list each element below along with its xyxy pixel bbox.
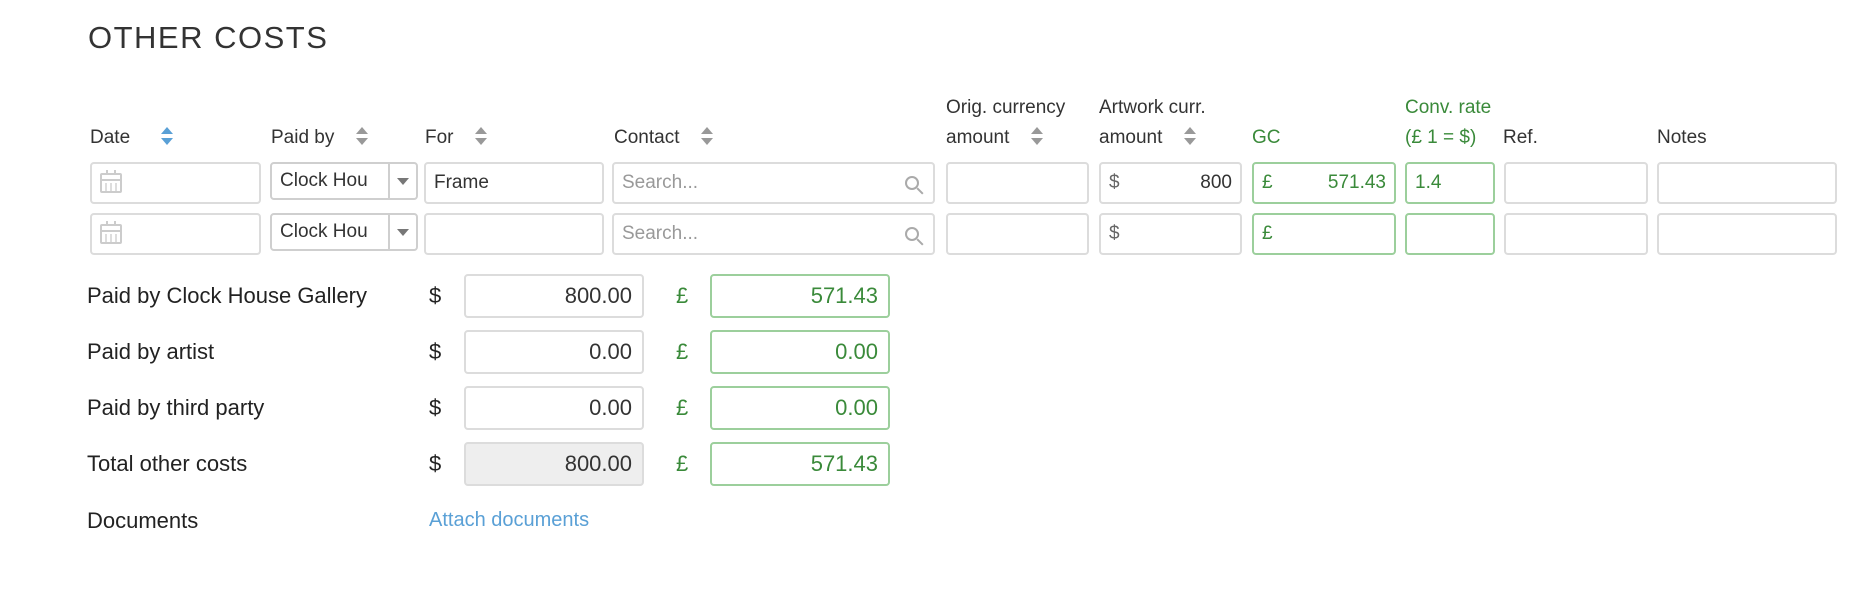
- usd-symbol: $: [429, 339, 442, 364]
- calendar-icon[interactable]: [100, 221, 122, 244]
- header-notes: Notes: [1657, 127, 1707, 148]
- currency-symbol: $: [1109, 223, 1120, 244]
- conv-rate-input[interactable]: [1405, 213, 1495, 255]
- header-orig-currency[interactable]: amount: [946, 127, 1043, 149]
- sort-icon[interactable]: [474, 127, 487, 145]
- gbp-symbol: £: [676, 395, 689, 420]
- notes-input[interactable]: [1657, 162, 1837, 204]
- paid-by-gallery-gbp-field[interactable]: 571.43: [710, 274, 890, 318]
- gc-amount-input[interactable]: £ 571.43: [1252, 162, 1396, 204]
- for-input[interactable]: Frame: [424, 162, 604, 204]
- paid-by-gallery-gbp-value: 571.43: [810, 283, 878, 308]
- orig-amount-input[interactable]: [946, 213, 1089, 255]
- header-for[interactable]: For: [425, 127, 487, 149]
- header-paid-by[interactable]: Paid by: [271, 127, 368, 149]
- summary-label-total-other-costs: Total other costs: [87, 451, 248, 476]
- currency-symbol: £: [1262, 172, 1273, 193]
- header-paid-by-label: Paid by: [271, 127, 335, 148]
- summary-label-paid-by-gallery: Paid by Clock House Gallery: [87, 283, 368, 308]
- sort-icon[interactable]: [1183, 127, 1196, 145]
- total-other-costs-gbp-field[interactable]: 571.43: [710, 442, 890, 486]
- search-icon[interactable]: [905, 176, 919, 190]
- calendar-icon[interactable]: [100, 170, 122, 193]
- paid-by-third-party-usd-field[interactable]: 0.00: [464, 386, 644, 430]
- currency-symbol: $: [1109, 172, 1120, 193]
- header-contact[interactable]: Contact: [614, 127, 713, 149]
- chevron-down-icon: [397, 228, 409, 236]
- attach-documents-link[interactable]: Attach documents: [429, 509, 589, 532]
- sort-icon[interactable]: [700, 127, 713, 145]
- ref-input[interactable]: [1504, 213, 1648, 255]
- conv-rate-value: 1.4: [1415, 172, 1442, 193]
- header-artwork-curr-line2: amount: [1099, 127, 1163, 148]
- section-title: OTHER COSTS: [88, 20, 329, 55]
- usd-symbol: $: [429, 451, 442, 476]
- paid-by-gallery-usd-field[interactable]: 800.00: [464, 274, 644, 318]
- header-gc: GC: [1252, 127, 1281, 148]
- conv-rate-input[interactable]: 1.4: [1405, 162, 1495, 204]
- contact-search-input[interactable]: Search...: [612, 213, 935, 255]
- gbp-symbol: £: [676, 339, 689, 364]
- header-orig-currency-line2: amount: [946, 127, 1010, 148]
- date-input[interactable]: [90, 213, 261, 255]
- gbp-symbol: £: [676, 451, 689, 476]
- search-icon[interactable]: [905, 227, 919, 241]
- gc-amount-input[interactable]: £: [1252, 213, 1396, 255]
- gbp-symbol: £: [676, 283, 689, 308]
- currency-symbol: £: [1262, 223, 1273, 244]
- orig-amount-input[interactable]: [946, 162, 1089, 204]
- paid-by-artist-usd-field[interactable]: 0.00: [464, 330, 644, 374]
- paid-by-third-party-gbp-field[interactable]: 0.00: [710, 386, 890, 430]
- date-input[interactable]: [90, 162, 261, 204]
- paid-by-third-party-gbp-value: 0.00: [835, 395, 878, 420]
- header-ref: Ref.: [1503, 127, 1538, 148]
- sort-icon[interactable]: [355, 127, 368, 145]
- header-orig-currency-line1: Orig. currency: [946, 97, 1066, 118]
- header-artwork-curr-line1: Artwork curr.: [1099, 97, 1206, 118]
- total-other-costs-gbp-value: 571.43: [810, 451, 878, 476]
- paid-by-artist-gbp-value: 0.00: [835, 339, 878, 364]
- paid-by-artist-gbp-field[interactable]: 0.00: [710, 330, 890, 374]
- paid-by-gallery-usd-value: 800.00: [564, 283, 632, 308]
- summary-label-paid-by-artist: Paid by artist: [87, 339, 215, 364]
- dropdown-toggle[interactable]: [388, 164, 416, 198]
- header-conv-rate-line1: Conv. rate: [1405, 97, 1492, 118]
- contact-search-input[interactable]: Search...: [612, 162, 935, 204]
- sort-icon[interactable]: [1030, 127, 1043, 145]
- notes-input[interactable]: [1657, 213, 1837, 255]
- artwork-amount-value: 800: [1200, 172, 1232, 193]
- gc-amount-value: 571.43: [1327, 172, 1386, 193]
- header-contact-label: Contact: [614, 127, 680, 148]
- dropdown-toggle[interactable]: [388, 215, 416, 249]
- paid-by-value: Clock Hou: [280, 221, 368, 242]
- for-input[interactable]: [424, 213, 604, 255]
- paid-by-select[interactable]: Clock Hou: [270, 162, 418, 200]
- contact-placeholder: Search...: [622, 172, 699, 193]
- contact-placeholder: Search...: [622, 223, 699, 244]
- header-date[interactable]: Date: [90, 127, 174, 149]
- header-artwork-curr[interactable]: amount: [1099, 127, 1196, 149]
- paid-by-value: Clock Hou: [280, 170, 368, 191]
- paid-by-select[interactable]: Clock Hou: [270, 213, 418, 251]
- artwork-amount-input[interactable]: $ 800: [1099, 162, 1242, 204]
- header-for-label: For: [425, 127, 454, 148]
- usd-symbol: $: [429, 395, 442, 420]
- sort-icon[interactable]: [161, 127, 174, 145]
- paid-by-third-party-usd-value: 0.00: [589, 395, 632, 420]
- total-other-costs-usd-field: 800.00: [464, 442, 644, 486]
- header-conv-rate-line2: (£ 1 = $): [1405, 127, 1477, 148]
- chevron-down-icon: [397, 177, 409, 185]
- for-value: Frame: [434, 172, 489, 193]
- header-date-label: Date: [90, 127, 131, 148]
- summary-label-paid-by-third-party: Paid by third party: [87, 395, 265, 420]
- artwork-amount-input[interactable]: $: [1099, 213, 1242, 255]
- paid-by-artist-usd-value: 0.00: [589, 339, 632, 364]
- total-other-costs-usd-value: 800.00: [564, 451, 632, 476]
- usd-symbol: $: [429, 283, 442, 308]
- ref-input[interactable]: [1504, 162, 1648, 204]
- documents-label: Documents: [87, 508, 199, 533]
